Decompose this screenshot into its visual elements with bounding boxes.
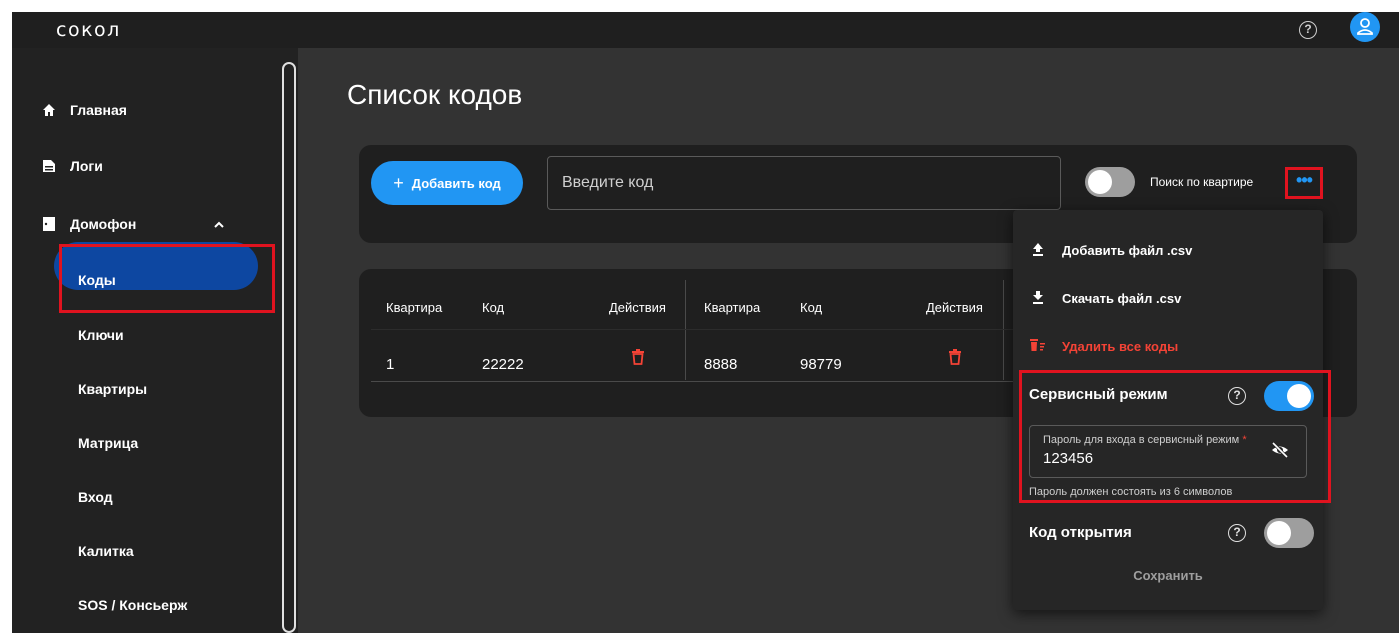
user-icon[interactable] <box>1350 12 1380 42</box>
code-search-input[interactable] <box>547 156 1061 210</box>
sidebar-item-label: Логи <box>70 158 103 174</box>
sidebar-item-gate[interactable]: Калитка <box>78 543 134 559</box>
table-header: Действия <box>926 300 983 315</box>
menu-item-label: Скачать файл .csv <box>1062 291 1182 306</box>
menu-item-upload-csv[interactable]: Добавить файл .csv <box>1030 242 1192 259</box>
add-code-label: Добавить код <box>411 175 501 191</box>
menu-item-label: Удалить все коды <box>1062 339 1179 354</box>
top-bar: сокол ? <box>12 12 1399 48</box>
table-cell-code: 98779 <box>800 356 842 373</box>
sidebar <box>12 48 298 633</box>
page-title: Список кодов <box>347 79 523 110</box>
sidebar-item-entrance[interactable]: Вход <box>78 489 113 505</box>
plus-icon: + <box>393 172 404 193</box>
help-icon[interactable]: ? <box>1299 21 1317 39</box>
open-code-toggle[interactable] <box>1264 518 1314 548</box>
upload-icon <box>1030 242 1046 259</box>
table-header: Квартира <box>704 300 761 315</box>
table-cell-apartment: 8888 <box>704 356 738 373</box>
column-divider <box>1003 280 1004 380</box>
sidebar-item-intercom[interactable]: Домофон <box>42 213 136 235</box>
sidebar-item-sos[interactable]: SOS / Консьерж <box>78 597 187 613</box>
document-icon <box>42 159 56 173</box>
table-header: Код <box>482 300 505 315</box>
menu-item-delete-all[interactable]: Удалить все коды <box>1030 338 1178 355</box>
highlight-box-more <box>1285 167 1323 199</box>
delete-sweep-icon <box>1030 338 1046 355</box>
sidebar-item-label: Главная <box>70 102 127 118</box>
highlight-box-service-mode <box>1019 370 1331 503</box>
open-code-label: Код открытия <box>1029 524 1132 541</box>
app-logo[interactable]: сокол <box>56 19 121 41</box>
home-icon <box>42 103 56 117</box>
save-button[interactable]: Сохранить <box>1013 568 1323 592</box>
download-icon <box>1030 290 1046 307</box>
table-header: Код <box>800 300 823 315</box>
door-icon <box>42 217 56 231</box>
table-header: Действия <box>609 300 666 315</box>
toggle-knob <box>1088 170 1112 194</box>
highlight-box-codes <box>59 244 275 313</box>
delete-icon[interactable] <box>631 349 645 365</box>
delete-icon[interactable] <box>948 349 962 365</box>
help-icon[interactable]: ? <box>1228 524 1246 542</box>
search-by-apartment-toggle[interactable] <box>1085 167 1135 197</box>
sidebar-scrollbar[interactable] <box>282 62 296 633</box>
toggle-knob <box>1267 521 1291 545</box>
table-header: Квартира <box>386 300 443 315</box>
table-cell-apartment: 1 <box>386 356 395 373</box>
chevron-up-icon[interactable] <box>214 220 224 230</box>
sidebar-item-home[interactable]: Главная <box>42 99 127 121</box>
add-code-button[interactable]: + Добавить код <box>371 161 523 205</box>
column-divider <box>685 280 686 380</box>
menu-item-label: Добавить файл .csv <box>1062 243 1193 258</box>
table-cell-code: 22222 <box>482 356 524 373</box>
table-header-divider <box>371 329 1025 330</box>
sidebar-item-apartments[interactable]: Квартиры <box>78 381 147 397</box>
sidebar-item-keys[interactable]: Ключи <box>78 327 124 343</box>
sidebar-item-logs[interactable]: Логи <box>42 155 103 177</box>
search-by-apartment-label: Поиск по квартире <box>1150 175 1254 189</box>
sidebar-item-label: Домофон <box>70 216 137 232</box>
menu-item-download-csv[interactable]: Скачать файл .csv <box>1030 290 1181 307</box>
table-row-divider <box>371 381 1025 382</box>
sidebar-item-matrix[interactable]: Матрица <box>78 435 138 451</box>
